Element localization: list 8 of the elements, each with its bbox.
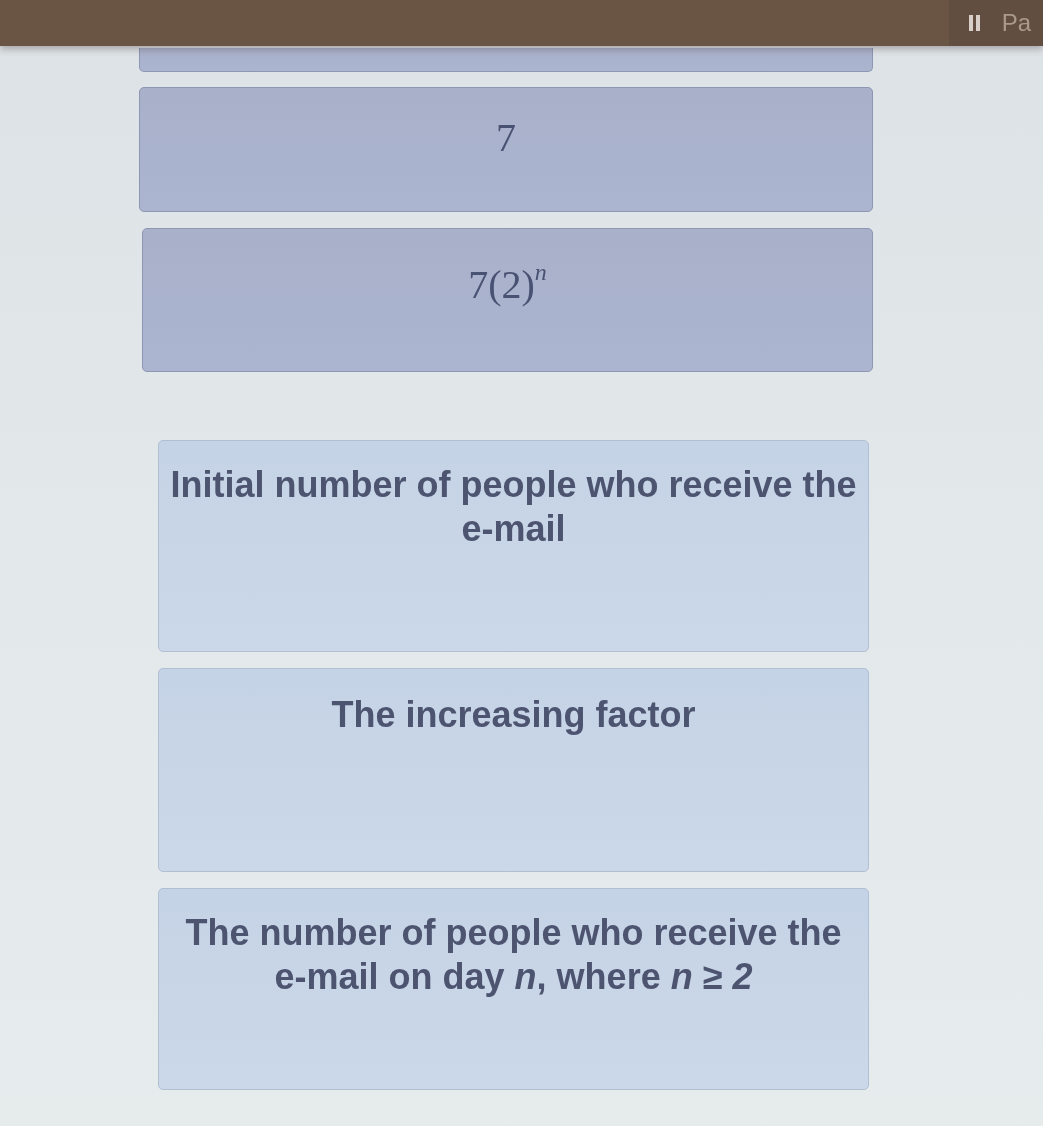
description-card[interactable]: The increasing factor xyxy=(158,668,869,872)
description-card[interactable]: The number of people who receive the e-mail on day n, where n ≥ 2 xyxy=(158,888,869,1090)
expression-card[interactable] xyxy=(139,48,873,72)
expression-card[interactable]: 7(2)$^{n}$ xyxy=(142,228,873,372)
expression-card[interactable]: 7 xyxy=(139,87,873,212)
description-card[interactable]: Initial number of people who receive the e-mail xyxy=(158,440,869,652)
pause-icon xyxy=(968,15,980,31)
pause-button[interactable]: Pa xyxy=(948,0,1043,46)
